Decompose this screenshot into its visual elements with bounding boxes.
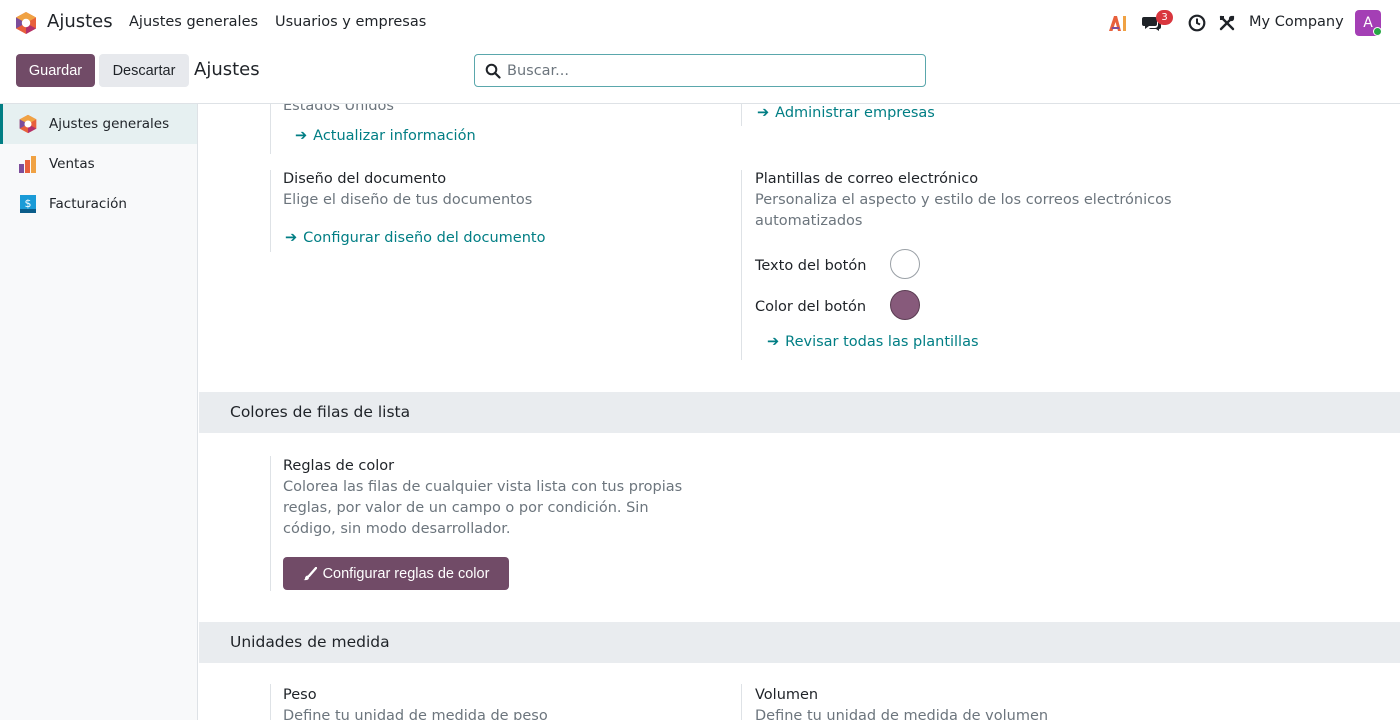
settings-app-logo-icon[interactable] <box>15 11 37 35</box>
settings-sidebar: Ajustes generales Ventas $ Facturación <box>0 104 198 720</box>
link-label: Revisar todas las plantillas <box>785 334 979 350</box>
document-layout-title: Diseño del documento <box>283 171 447 187</box>
sidebar-item-ajustes-generales[interactable]: Ajustes generales <box>0 104 197 144</box>
online-status-dot <box>1373 27 1382 36</box>
tools-icon[interactable] <box>1216 12 1238 34</box>
invoicing-app-icon: $ <box>20 195 36 213</box>
settings-content: Estados Unidos ➔ Actualizar información ➔… <box>199 104 1400 720</box>
volume-desc: Define tu unidad de medida de volumen <box>755 708 1049 720</box>
email-templates-desc-2: automatizados <box>755 213 863 229</box>
button-color-label: Color del botón <box>755 299 867 315</box>
page-title: Ajustes <box>194 59 260 80</box>
save-button[interactable]: Guardar <box>16 54 95 87</box>
section-header-list-row-colors: Colores de filas de lista <box>199 392 1400 433</box>
color-rules-title: Reglas de color <box>283 458 395 474</box>
section-title: Colores de filas de lista <box>230 403 411 421</box>
menu-ajustes-generales[interactable]: Ajustes generales <box>129 14 258 30</box>
weight-title: Peso <box>283 687 317 703</box>
button-color-picker[interactable] <box>890 290 920 320</box>
button-text-color-picker[interactable] <box>890 249 920 279</box>
setting-divider <box>741 104 742 126</box>
setting-divider <box>270 104 271 154</box>
svg-text:$: $ <box>25 197 32 210</box>
button-text-label: Texto del botón <box>755 258 867 274</box>
setting-divider <box>741 170 742 360</box>
document-layout-desc: Elige el diseño de tus documentos <box>283 192 533 208</box>
search-box[interactable] <box>474 54 926 87</box>
setting-divider <box>741 684 742 720</box>
link-label: Actualizar información <box>313 128 476 144</box>
configure-document-layout-link[interactable]: ➔ Configurar diseño del documento <box>285 230 545 246</box>
color-rules-desc-1: Colorea las filas de cualquier vista lis… <box>283 479 683 495</box>
clock-icon[interactable] <box>1186 12 1208 34</box>
review-templates-link[interactable]: ➔ Revisar todas las plantillas <box>767 334 979 350</box>
sidebar-item-label: Facturación <box>49 196 127 212</box>
button-label: Configurar reglas de color <box>322 565 490 582</box>
link-label: Administrar empresas <box>775 105 935 121</box>
top-navbar: Ajustes Ajustes generales Usuarios y emp… <box>0 0 1400 46</box>
weight-desc: Define tu unidad de medida de peso <box>283 708 548 720</box>
section-header-units: Unidades de medida <box>199 622 1400 663</box>
arrow-right-icon: ➔ <box>757 105 770 121</box>
setting-divider <box>270 170 271 252</box>
color-rules-desc-2: reglas, por valor de un campo o por cond… <box>283 500 649 516</box>
arrow-right-icon: ➔ <box>285 230 298 246</box>
company-switcher[interactable]: My Company <box>1249 14 1344 30</box>
link-label: Configurar diseño del documento <box>303 230 546 246</box>
email-templates-desc-1: Personaliza el aspecto y estilo de los c… <box>755 192 1172 208</box>
arrow-right-icon: ➔ <box>767 334 780 350</box>
manage-companies-link[interactable]: ➔ Administrar empresas <box>757 105 935 121</box>
color-rules-desc-3: código, sin modo desarrollador. <box>283 521 511 537</box>
sidebar-item-label: Ajustes generales <box>49 116 170 132</box>
search-icon <box>485 63 501 79</box>
menu-usuarios-empresas[interactable]: Usuarios y empresas <box>275 14 426 30</box>
settings-app-icon <box>19 114 37 134</box>
volume-title: Volumen <box>755 687 819 703</box>
notification-badge: 3 <box>1156 10 1173 25</box>
app-name[interactable]: Ajustes <box>47 11 113 32</box>
setting-divider <box>270 456 271 591</box>
email-templates-title: Plantillas de correo electrónico <box>755 171 979 187</box>
arrow-right-icon: ➔ <box>295 128 308 144</box>
sidebar-item-label: Ventas <box>49 156 95 172</box>
update-info-link[interactable]: ➔ Actualizar información <box>295 128 476 144</box>
search-input[interactable] <box>507 61 907 81</box>
company-address-tail: Estados Unidos <box>283 104 394 114</box>
sidebar-item-ventas[interactable]: Ventas <box>0 144 197 184</box>
setting-divider <box>270 684 271 720</box>
configure-color-rules-button[interactable]: Configurar reglas de color <box>283 557 509 590</box>
discard-button[interactable]: Descartar <box>99 54 189 87</box>
section-title: Unidades de medida <box>230 633 390 651</box>
paintbrush-icon <box>303 566 317 580</box>
ai-icon[interactable] <box>1107 12 1129 34</box>
sales-app-icon <box>19 156 36 173</box>
sidebar-item-facturacion[interactable]: $ Facturación <box>0 184 197 224</box>
